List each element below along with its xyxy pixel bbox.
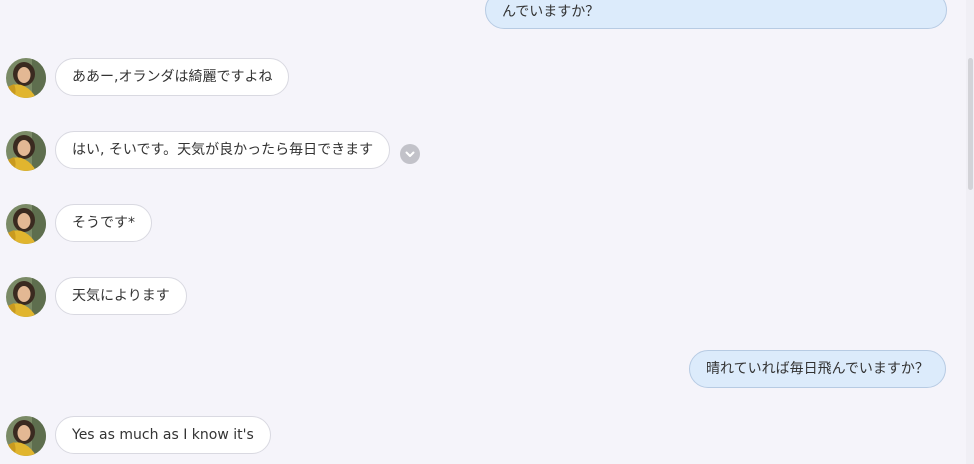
message-text: そうです*: [72, 215, 135, 231]
scrollbar-track[interactable]: [966, 0, 974, 464]
message-text: ああー,オランダは綺麗ですよね: [72, 69, 273, 85]
incoming-message[interactable]: 天気によります: [55, 277, 187, 315]
incoming-message[interactable]: Yes as much as I know it's: [55, 416, 271, 454]
avatar-photo: [6, 416, 46, 456]
incoming-message[interactable]: そうです*: [55, 204, 152, 242]
avatar-photo: [6, 58, 46, 98]
message-text: 天気によります: [72, 288, 170, 304]
message-text: んでいますか？: [502, 4, 600, 20]
avatar[interactable]: [6, 204, 46, 244]
scrollbar-thumb[interactable]: [968, 58, 973, 190]
avatar-photo: [6, 204, 46, 244]
avatar-photo: [6, 131, 46, 171]
message-text: 晴れていれば毎日飛んでいますか？: [706, 361, 929, 377]
avatar[interactable]: [6, 277, 46, 317]
avatar-photo: [6, 277, 46, 317]
outgoing-message[interactable]: んでいますか？: [485, 0, 947, 29]
message-options-button[interactable]: [400, 144, 420, 164]
chevron-down-icon: [405, 151, 415, 157]
message-text: はい, そいです。天気が良かったら毎日できます: [72, 142, 374, 158]
avatar[interactable]: [6, 131, 46, 171]
chat-thread: んでいますか？ ああー,オランダは綺麗ですよね はい, そいです。天気が良かった…: [0, 0, 966, 464]
message-text: Yes as much as I know it's: [72, 427, 254, 443]
outgoing-message[interactable]: 晴れていれば毎日飛んでいますか？: [689, 350, 946, 388]
incoming-message[interactable]: はい, そいです。天気が良かったら毎日できます: [55, 131, 391, 169]
avatar[interactable]: [6, 58, 46, 98]
avatar[interactable]: [6, 416, 46, 456]
incoming-message[interactable]: ああー,オランダは綺麗ですよね: [55, 58, 290, 96]
